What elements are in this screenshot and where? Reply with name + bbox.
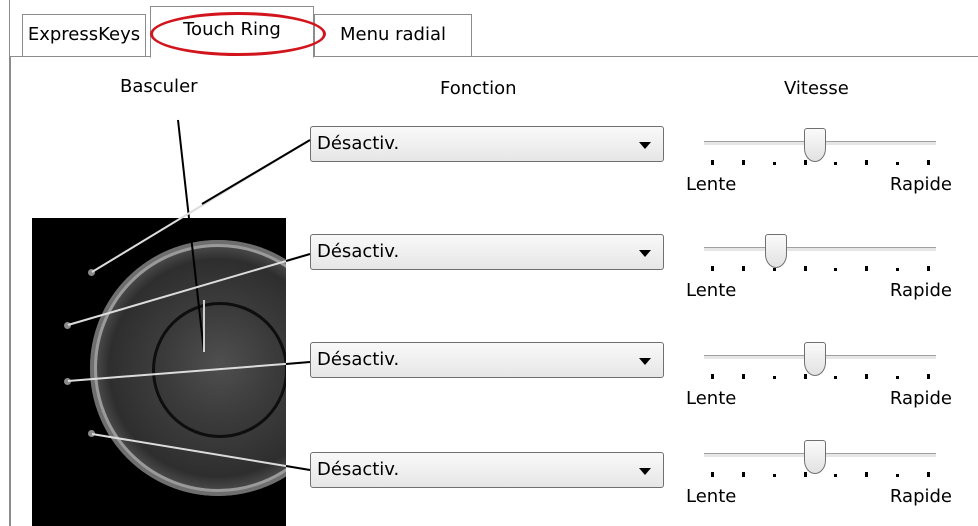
dropdown-arrow-icon	[639, 250, 651, 257]
slider-tick	[711, 374, 714, 379]
dropdown-arrow-icon	[639, 142, 651, 149]
slider-tick	[741, 472, 745, 477]
slider-tick	[772, 162, 776, 165]
slider-tick	[803, 160, 807, 165]
slider-tick	[927, 472, 930, 477]
slider-tick	[711, 472, 714, 477]
ring-position-dot-1	[88, 269, 95, 276]
function-dropdown-1[interactable]: Désactiv.	[310, 126, 664, 162]
slider-tick	[741, 160, 745, 165]
slider-thumb-icon[interactable]	[804, 342, 827, 376]
tab-touch-ring[interactable]: Touch Ring	[150, 6, 314, 58]
function-dropdown-value: Désactiv.	[317, 459, 400, 480]
slider-track	[704, 247, 936, 252]
speed-label-fast: Rapide	[889, 388, 952, 409]
function-dropdown-value: Désactiv.	[317, 133, 400, 154]
tab-bar: ExpressKeys Touch Ring Menu radial	[0, 0, 978, 58]
function-dropdown-value: Désactiv.	[317, 241, 400, 262]
ring-position-dot-3	[64, 378, 71, 385]
slider-tick	[927, 160, 930, 165]
header-vitesse: Vitesse	[784, 78, 849, 99]
speed-slider-1[interactable]: Lente Rapide	[686, 128, 952, 214]
speed-slider-3[interactable]: Lente Rapide	[686, 342, 952, 428]
slider-thumb-icon[interactable]	[804, 440, 827, 474]
speed-label-fast: Rapide	[889, 280, 952, 301]
slider-tick	[865, 472, 869, 477]
slider-tick	[834, 162, 838, 165]
speed-slider-4[interactable]: Lente Rapide	[686, 440, 952, 526]
header-fonction: Fonction	[440, 78, 517, 99]
slider-thumb-icon[interactable]	[764, 234, 787, 268]
dropdown-arrow-icon	[639, 468, 651, 475]
speed-label-fast: Rapide	[889, 486, 952, 507]
speed-label-slow: Lente	[686, 280, 737, 301]
function-dropdown-value: Désactiv.	[317, 349, 400, 370]
function-dropdown-2[interactable]: Désactiv.	[310, 234, 664, 270]
function-dropdown-3[interactable]: Désactiv.	[310, 342, 664, 378]
slider-tick	[896, 268, 900, 271]
slider-tick	[927, 266, 930, 271]
tab-expresskeys[interactable]: ExpressKeys	[22, 14, 146, 56]
ring-position-dot-2	[64, 322, 71, 329]
dropdown-arrow-icon	[639, 358, 651, 365]
window-left-edge	[0, 0, 10, 526]
slider-tick	[865, 374, 869, 379]
slider-tick	[803, 374, 807, 379]
slider-tick	[772, 474, 776, 477]
slider-tick	[865, 266, 869, 271]
slider-tick	[741, 266, 745, 271]
slider-tick	[741, 374, 745, 379]
ring-position-dot-4	[88, 430, 95, 437]
tab-menu-radial[interactable]: Menu radial	[314, 14, 472, 56]
touch-ring-image	[32, 218, 286, 526]
slider-tick	[896, 162, 900, 165]
slider-tick	[834, 376, 838, 379]
speed-label-fast: Rapide	[889, 174, 952, 195]
slider-tick	[896, 474, 900, 477]
speed-label-slow: Lente	[686, 388, 737, 409]
slider-tick	[865, 160, 869, 165]
speed-label-slow: Lente	[686, 174, 737, 195]
slider-tick	[927, 374, 930, 379]
header-basculer: Basculer	[120, 76, 198, 97]
touch-ring-settings: ExpressKeys Touch Ring Menu radial Bascu…	[0, 0, 978, 526]
slider-tick	[834, 268, 838, 271]
slider-tick	[803, 266, 807, 271]
touch-ring-center-button	[152, 302, 286, 438]
slider-tick	[834, 474, 838, 477]
slider-tick	[711, 266, 714, 271]
speed-slider-2[interactable]: Lente Rapide	[686, 234, 952, 320]
slider-tick	[772, 268, 776, 271]
speed-label-slow: Lente	[686, 486, 737, 507]
slider-tick	[803, 472, 807, 477]
slider-tick	[772, 376, 776, 379]
slider-thumb-icon[interactable]	[804, 128, 827, 162]
slider-tick	[896, 376, 900, 379]
function-dropdown-4[interactable]: Désactiv.	[310, 452, 664, 488]
slider-tick	[711, 160, 714, 165]
